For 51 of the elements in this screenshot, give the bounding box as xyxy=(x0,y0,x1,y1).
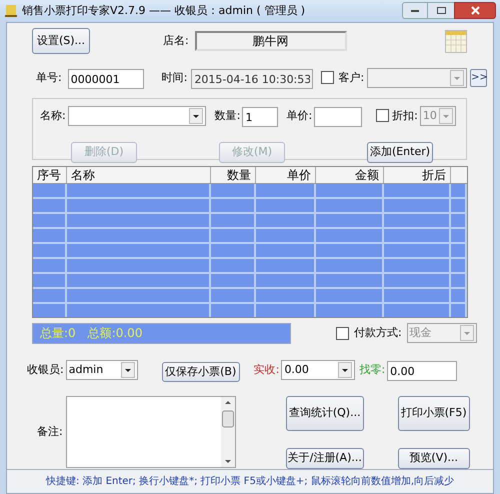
push-button[interactable]: 查询统计(Q)... xyxy=(286,396,364,431)
push-button[interactable]: 设置(S)... xyxy=(32,28,90,54)
total-quantity: 总量:0 xyxy=(40,325,76,342)
push-button[interactable]: 预览(V)... xyxy=(398,448,470,469)
field-label: 找零: xyxy=(359,362,386,378)
total-amount: 总额:0.00 xyxy=(88,325,142,342)
more-button[interactable]: >> xyxy=(470,68,488,87)
scrollbar[interactable] xyxy=(220,397,235,467)
field-label: 店名: xyxy=(163,32,189,48)
checkbox[interactable] xyxy=(376,109,390,122)
field-label: 单号: xyxy=(36,70,62,86)
calendar-icon xyxy=(444,28,467,53)
shop-name-field: 鹏牛网 xyxy=(194,30,347,51)
field-label: 收银员: xyxy=(27,362,64,378)
column-header[interactable]: 数量 xyxy=(211,166,256,183)
text-field[interactable]: 2015-04-16 10:30:53 xyxy=(191,69,314,90)
notes-field[interactable] xyxy=(66,396,236,468)
minimize-button[interactable] xyxy=(402,2,428,20)
text-field[interactable]: 1 xyxy=(242,107,278,128)
field-label: 实收: xyxy=(254,362,280,378)
maximize-button[interactable] xyxy=(428,2,454,20)
window-title: 销售小票打印专家V2.7.9 —— 收银员：admin ( 管理员 ) xyxy=(22,2,306,19)
field-label: 单价: xyxy=(286,108,312,124)
combo-box[interactable] xyxy=(68,106,206,126)
combo-box[interactable]: 0.00 xyxy=(281,360,356,380)
column-header[interactable]: 金额 xyxy=(316,166,384,183)
text-field[interactable]: 0000001 xyxy=(68,69,144,90)
field-label: 付款方式: xyxy=(354,325,402,341)
column-header[interactable]: 名称 xyxy=(67,166,211,183)
close-icon xyxy=(470,6,480,16)
field-label: 时间: xyxy=(162,70,188,86)
combo-box[interactable]: admin xyxy=(66,360,138,380)
checkbox[interactable] xyxy=(336,326,349,340)
field-label: 备注: xyxy=(37,424,63,440)
column-header[interactable]: 序号 xyxy=(33,166,67,183)
push-button[interactable]: 仅保存小票(B) xyxy=(162,362,240,382)
close-button[interactable] xyxy=(454,2,496,20)
checkbox[interactable] xyxy=(321,71,334,84)
push-button[interactable]: 关于/注册(A)... xyxy=(286,448,364,469)
text-field[interactable]: 0.00 xyxy=(387,361,458,382)
text-field[interactable] xyxy=(314,107,362,128)
field-label: 客户: xyxy=(338,70,364,86)
column-header[interactable]: 单价 xyxy=(256,166,316,183)
app-icon xyxy=(4,4,18,18)
field-label: 名称: xyxy=(40,108,66,124)
push-button[interactable]: 添加(Enter) xyxy=(367,142,433,162)
push-button[interactable]: 打印小票(F5) xyxy=(398,396,470,431)
field-label: 数量: xyxy=(214,108,240,124)
shortcut-hint: 快捷键: 添加 Enter; 换行小键盘*; 打印小票 F5或小键盘+; 鼠标滚轮向前数值增加,向后减少 xyxy=(46,474,454,489)
column-header[interactable]: 折后 xyxy=(384,166,451,183)
field-label: 折扣: xyxy=(392,108,418,124)
